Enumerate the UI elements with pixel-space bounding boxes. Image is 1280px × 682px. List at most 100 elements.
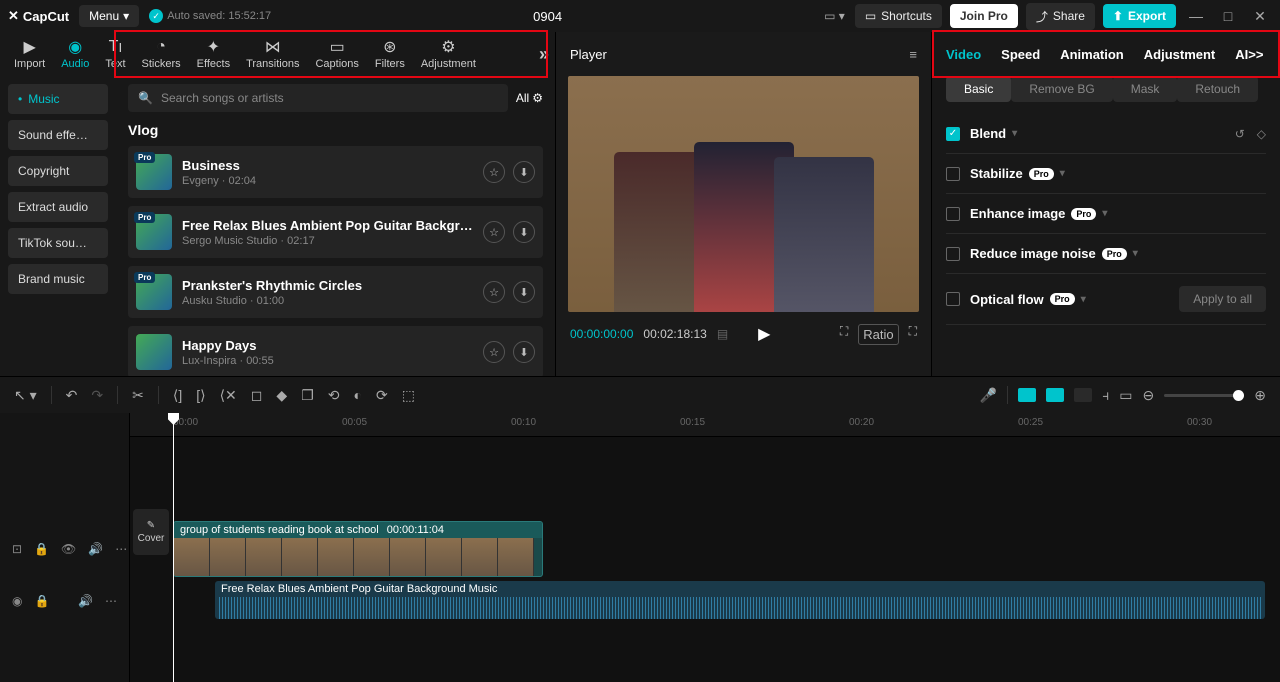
- mic-icon[interactable]: 🎤: [980, 387, 997, 404]
- trim-right-icon[interactable]: [⟩: [196, 387, 205, 404]
- prop-tab-animation[interactable]: Animation: [1060, 47, 1124, 62]
- download-icon[interactable]: ⬇: [513, 281, 535, 303]
- player-preview[interactable]: [568, 76, 919, 312]
- player-menu-icon[interactable]: ≡: [909, 47, 917, 62]
- audio-track[interactable]: Free Relax Blues Ambient Pop Guitar Back…: [130, 579, 1280, 623]
- delete-left-icon[interactable]: ⟨✕: [220, 387, 237, 404]
- marker-icon[interactable]: ◆: [276, 387, 287, 404]
- prop-row[interactable]: StabilizePro ▾: [946, 154, 1266, 194]
- track-vol-icon[interactable]: 🔊: [88, 542, 103, 556]
- tab-import[interactable]: ▶Import: [6, 32, 53, 76]
- track-lock-icon[interactable]: ⊡: [12, 542, 22, 556]
- tab-adjustment[interactable]: ⚙Adjustment: [413, 32, 484, 76]
- crop2-icon[interactable]: ⬚: [402, 387, 415, 404]
- prop-tab-ai[interactable]: AI>>: [1235, 47, 1263, 62]
- track-item[interactable]: Pro Free Relax Blues Ambient Pop Guitar …: [128, 206, 543, 258]
- cat-music[interactable]: Music: [8, 84, 108, 114]
- tab-effects[interactable]: ✦Effects: [189, 32, 238, 76]
- filter-all-button[interactable]: All ⚙: [516, 91, 543, 105]
- list-view-icon[interactable]: ▤: [717, 327, 728, 341]
- snap-toggle-3[interactable]: [1074, 388, 1092, 402]
- download-icon[interactable]: ⬇: [513, 221, 535, 243]
- prop-tab-video[interactable]: Video: [946, 47, 981, 62]
- prop-checkbox[interactable]: [946, 247, 960, 261]
- track-more-icon[interactable]: ⋯: [115, 542, 127, 556]
- fav-icon[interactable]: ☆: [483, 281, 505, 303]
- prop-row[interactable]: Reduce image noisePro ▾: [946, 234, 1266, 274]
- audio-vol-icon[interactable]: 🔊: [78, 594, 93, 608]
- audio-track-icon[interactable]: ◉: [12, 594, 22, 608]
- join-pro-button[interactable]: Join Pro: [950, 4, 1018, 28]
- shortcuts-button[interactable]: ▭ Shortcuts: [855, 4, 942, 28]
- tab-audio[interactable]: ◉Audio: [53, 32, 97, 76]
- apply-all-button[interactable]: Apply to all: [1179, 286, 1266, 312]
- cat-brand-music[interactable]: Brand music: [8, 264, 108, 294]
- reset-icon[interactable]: ↺: [1235, 127, 1245, 141]
- minimize-button[interactable]: —: [1184, 8, 1208, 24]
- prop-checkbox[interactable]: [946, 167, 960, 181]
- cat-tiktok-sound[interactable]: TikTok sou…: [8, 228, 108, 258]
- ratio-button[interactable]: Ratio: [858, 324, 898, 345]
- close-button[interactable]: ✕: [1248, 8, 1272, 25]
- tab-transitions[interactable]: ⋈Transitions: [238, 32, 307, 76]
- trim-left-icon[interactable]: ⟨]: [173, 387, 182, 404]
- zoom-slider[interactable]: [1164, 394, 1244, 397]
- preview-mode-icon[interactable]: ▭: [1119, 387, 1132, 404]
- zoom-out-icon[interactable]: ⊖: [1143, 387, 1155, 404]
- download-icon[interactable]: ⬇: [513, 161, 535, 183]
- expand-toolbar-icon[interactable]: »: [539, 44, 549, 65]
- subtab-remove-bg[interactable]: Remove BG: [1011, 76, 1112, 102]
- fav-icon[interactable]: ☆: [483, 161, 505, 183]
- play-button[interactable]: ▶: [758, 324, 770, 344]
- zoom-in-icon[interactable]: ⊕: [1254, 387, 1266, 404]
- cat-copyright[interactable]: Copyright: [8, 156, 108, 186]
- project-title[interactable]: 0904: [281, 9, 814, 24]
- video-clip[interactable]: group of students reading book at school…: [173, 521, 543, 577]
- export-button[interactable]: ⬆ Export: [1103, 4, 1176, 28]
- maximize-button[interactable]: □: [1216, 8, 1240, 24]
- subtab-retouch[interactable]: Retouch: [1177, 76, 1258, 102]
- prop-checkbox[interactable]: ✓: [946, 127, 960, 141]
- split-icon[interactable]: ✂: [132, 387, 144, 404]
- copy-icon[interactable]: ❐: [301, 387, 314, 404]
- compare-icon[interactable]: ⛶: [840, 324, 848, 345]
- track-item[interactable]: Pro Prankster's Rhythmic CirclesAusku St…: [128, 266, 543, 318]
- snap-toggle-2[interactable]: [1046, 388, 1064, 402]
- fav-icon[interactable]: ☆: [483, 221, 505, 243]
- prop-checkbox[interactable]: [946, 292, 960, 306]
- reverse-icon[interactable]: ⟲: [328, 387, 340, 404]
- fav-icon[interactable]: ☆: [483, 341, 505, 363]
- fullscreen-icon[interactable]: ⛶: [909, 324, 917, 345]
- cat-extract-audio[interactable]: Extract audio: [8, 192, 108, 222]
- prop-row[interactable]: Optical flowPro ▾ Apply to all: [946, 274, 1266, 325]
- aspect-icon[interactable]: ▭ ▾: [824, 9, 845, 23]
- subtab-mask[interactable]: Mask: [1113, 76, 1178, 102]
- cat-sound-effects[interactable]: Sound effe…: [8, 120, 108, 150]
- search-input[interactable]: 🔍Search songs or artists: [128, 84, 508, 112]
- crop-icon[interactable]: ◻: [251, 387, 263, 404]
- mirror-icon[interactable]: ◐: [353, 387, 361, 403]
- audio-lock-icon[interactable]: 🔒: [34, 594, 49, 608]
- menu-button[interactable]: Menu ▾: [79, 5, 139, 27]
- video-track[interactable]: group of students reading book at school…: [130, 519, 1280, 579]
- share-button[interactable]: ⤴ Share: [1026, 3, 1095, 30]
- audio-more-icon[interactable]: ⋯: [105, 594, 117, 608]
- tab-text[interactable]: TIText: [97, 32, 133, 76]
- pointer-tool-icon[interactable]: ↖ ▾: [14, 387, 37, 404]
- snap-toggle-1[interactable]: [1018, 388, 1036, 402]
- prop-row[interactable]: Enhance imagePro ▾: [946, 194, 1266, 234]
- prop-row[interactable]: ✓ Blend ▾ ↺◇: [946, 114, 1266, 154]
- track-item[interactable]: Pro BusinessEvgeny · 02:04 ☆⬇: [128, 146, 543, 198]
- tab-captions[interactable]: ▭Captions: [307, 32, 366, 76]
- redo-icon[interactable]: ↷: [91, 387, 103, 404]
- playhead[interactable]: [173, 413, 174, 682]
- track-eye-icon[interactable]: 👁: [61, 542, 76, 556]
- prop-checkbox[interactable]: [946, 207, 960, 221]
- prop-tab-adjustment[interactable]: Adjustment: [1144, 47, 1216, 62]
- subtab-basic[interactable]: Basic: [946, 76, 1011, 102]
- track-lock2-icon[interactable]: 🔒: [34, 542, 49, 556]
- track-item[interactable]: Happy DaysLux-Inspira · 00:55 ☆⬇: [128, 326, 543, 376]
- tab-stickers[interactable]: ◔Stickers: [134, 32, 189, 76]
- rotate-icon[interactable]: ⟳: [376, 387, 388, 404]
- audio-clip[interactable]: Free Relax Blues Ambient Pop Guitar Back…: [215, 581, 1265, 619]
